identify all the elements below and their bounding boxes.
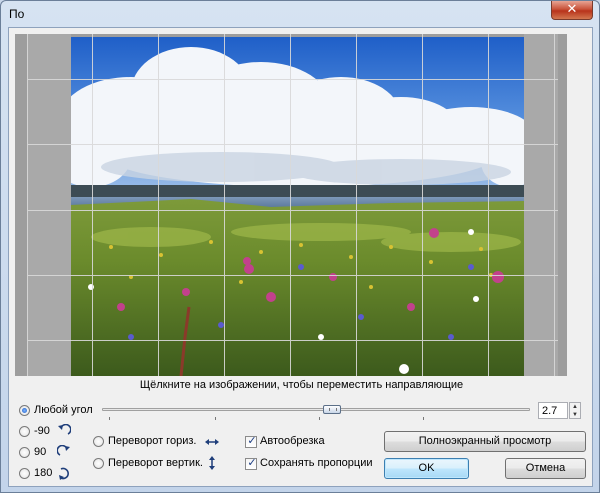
close-icon: ✕ bbox=[566, 2, 578, 17]
rotate-90-label: 90 bbox=[34, 446, 47, 458]
flip-vertical-label: Переворот вертик. bbox=[108, 457, 203, 469]
image-preview[interactable] bbox=[15, 34, 567, 376]
rotate-180-icon bbox=[59, 467, 69, 480]
cancel-button[interactable]: Отмена bbox=[505, 458, 586, 479]
flip-horizontal-radio[interactable] bbox=[93, 436, 104, 447]
slider-tick bbox=[319, 417, 320, 420]
rotate-90-radio[interactable] bbox=[19, 447, 30, 458]
fullscreen-preview-button[interactable]: Полноэкранный просмотр bbox=[384, 431, 586, 452]
rotate-minus-90-radio[interactable] bbox=[19, 426, 30, 437]
rotate-180-label: 180 bbox=[34, 467, 53, 479]
alignment-grid bbox=[27, 34, 558, 376]
flip-horizontal-label: Переворот гориз. bbox=[108, 435, 197, 447]
slider-tick bbox=[109, 417, 110, 420]
rotate-180-radio[interactable] bbox=[19, 468, 30, 479]
angle-input[interactable] bbox=[538, 402, 568, 419]
flip-horizontal-icon bbox=[205, 439, 219, 445]
autocrop-checkbox[interactable]: ✓ bbox=[245, 434, 257, 448]
any-angle-label: Любой угол bbox=[34, 404, 93, 416]
close-button[interactable]: ✕ bbox=[551, 1, 593, 20]
ok-button[interactable]: OK bbox=[384, 458, 469, 479]
flip-vertical-radio[interactable] bbox=[93, 458, 104, 469]
angle-slider-track[interactable] bbox=[102, 408, 530, 411]
spin-up-icon[interactable]: ▲ bbox=[570, 403, 580, 411]
window-title: По bbox=[9, 7, 25, 21]
spin-down-icon[interactable]: ▼ bbox=[570, 411, 580, 419]
angle-spinner[interactable]: ▲ ▼ bbox=[569, 402, 581, 419]
flip-vertical-icon bbox=[209, 456, 215, 470]
dialog-client: Щёлкните на изображении, чтобы перемести… bbox=[8, 27, 593, 487]
slider-tick bbox=[423, 417, 424, 420]
rotate-minus-90-label: -90 bbox=[34, 425, 50, 437]
autocrop-label: Автообрезка bbox=[260, 435, 325, 447]
checkmark-icon: ✓ bbox=[247, 434, 257, 447]
rotate-cw-icon bbox=[57, 445, 70, 456]
keep-proportions-checkbox[interactable]: ✓ bbox=[245, 456, 257, 470]
preview-hint: Щёлкните на изображении, чтобы перемести… bbox=[139, 379, 464, 391]
rotate-ccw-icon bbox=[58, 424, 71, 435]
dialog-window: По ✕ Щёлкните на изображении, чтобы пере… bbox=[0, 0, 600, 493]
checkmark-icon: ✓ bbox=[247, 456, 257, 469]
keep-proportions-label: Сохранять пропорции bbox=[260, 457, 373, 469]
slider-tick bbox=[215, 417, 216, 420]
angle-slider-thumb[interactable] bbox=[323, 405, 341, 414]
any-angle-radio[interactable] bbox=[19, 405, 30, 416]
title-bar[interactable]: По ✕ bbox=[1, 1, 599, 27]
